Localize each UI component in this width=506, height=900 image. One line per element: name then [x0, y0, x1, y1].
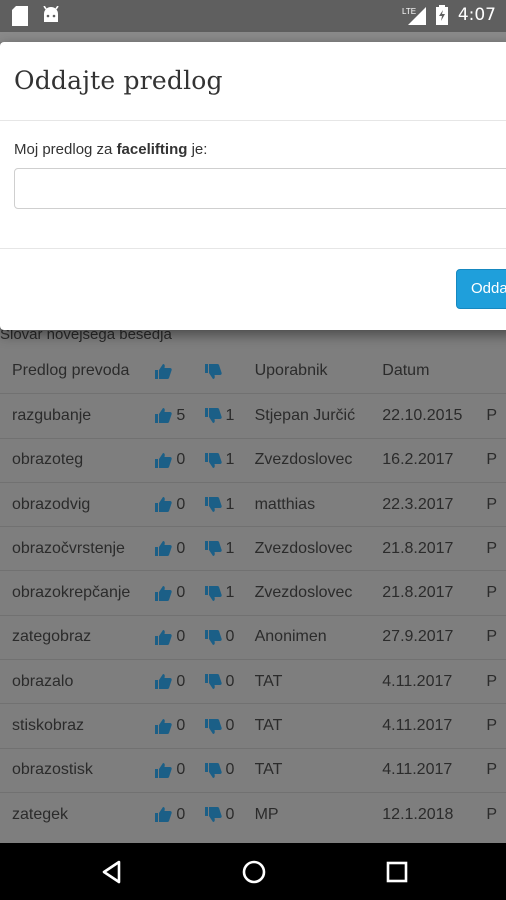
dialog-title: Oddajte predlog — [0, 42, 506, 121]
label-suffix: je: — [187, 141, 208, 158]
suggestion-dialog: Oddajte predlog Moj predlog za facelifti… — [0, 42, 506, 330]
network-label: LTE — [402, 7, 416, 16]
submit-button[interactable]: Oddaj — [456, 269, 506, 309]
sd-card-icon — [12, 6, 28, 26]
label-prefix: Moj predlog za — [14, 141, 117, 158]
home-icon[interactable] — [239, 857, 269, 887]
suggestion-input[interactable] — [14, 168, 506, 209]
clock: 4:07 — [457, 5, 496, 25]
label-term: facelifting — [116, 141, 188, 158]
dialog-body: Moj predlog za facelifting je: — [0, 121, 506, 249]
battery-charging-icon — [435, 5, 448, 25]
modal-overlay: Oddajte predlog Moj predlog za facelifti… — [0, 32, 506, 843]
back-icon[interactable] — [97, 857, 127, 887]
navigation-bar — [0, 843, 506, 900]
recents-icon[interactable] — [382, 857, 412, 887]
lte-signal-icon: LTE — [402, 7, 426, 25]
dialog-footer: Oddaj — [0, 249, 506, 329]
status-bar: LTE 4:07 — [0, 0, 506, 32]
android-icon — [43, 6, 59, 22]
suggestion-label: Moj predlog za facelifting je: — [14, 141, 506, 158]
